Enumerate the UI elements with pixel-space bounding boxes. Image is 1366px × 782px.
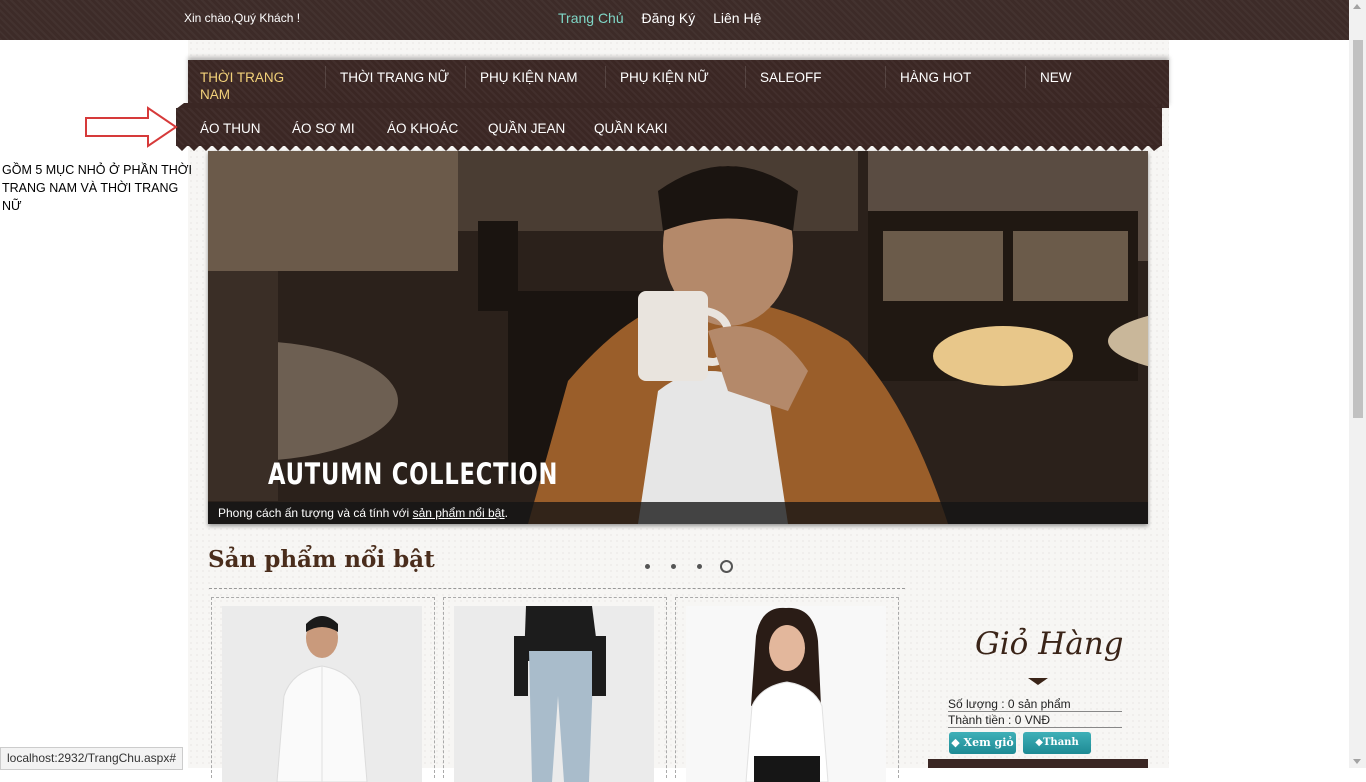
- hero-banner[interactable]: AUTUMN COLLECTION Phong cách ấn tượng và…: [208, 151, 1148, 524]
- register-link[interactable]: Đăng Ký: [642, 10, 696, 26]
- banner-caption: Phong cách ấn tượng và cá tính với sản p…: [218, 506, 508, 520]
- nav-divider: [465, 66, 466, 88]
- annotation-text: GỒM 5 MỤC NHỎ Ở PHẦN THỜI TRANG NAM VÀ T…: [2, 163, 192, 213]
- subnav-item-shirt[interactable]: ÁO SƠ MI: [292, 121, 355, 136]
- featured-products-list: [209, 588, 905, 782]
- diamond-icon: ◆: [1035, 737, 1043, 748]
- subnav-item-jacket[interactable]: ÁO KHOÁC: [387, 121, 458, 136]
- annotation-arrow-icon: [85, 106, 178, 148]
- caption-text: Phong cách ấn tượng và cá tính với: [218, 506, 413, 520]
- slider-dot-4-active[interactable]: [720, 560, 733, 573]
- scrollbar-thumb[interactable]: [1353, 40, 1363, 418]
- view-cart-label: Xem giỏ: [963, 736, 1014, 749]
- cart-caret-icon: [1028, 678, 1048, 685]
- top-links: Trang Chủ Đăng Ký Liên Hệ: [558, 10, 775, 26]
- slider-dot-2[interactable]: [671, 564, 676, 569]
- product-card[interactable]: [443, 597, 667, 782]
- nav-item-new[interactable]: NEW: [1040, 69, 1072, 86]
- caption-end: .: [504, 506, 508, 520]
- product-image-white-shirt-man[interactable]: [222, 606, 422, 782]
- slider-dot-3[interactable]: [697, 564, 702, 569]
- cart-total: Thành tiền : 0 VNĐ: [948, 713, 1122, 728]
- scroll-down-arrow-icon[interactable]: [1353, 759, 1361, 764]
- subnav-item-jeans[interactable]: QUẦN JEAN: [488, 121, 565, 136]
- home-link[interactable]: Trang Chủ: [558, 10, 624, 26]
- subnav-item-tshirt[interactable]: ÁO THUN: [200, 121, 261, 136]
- scroll-up-arrow-icon[interactable]: [1353, 4, 1361, 9]
- nav-divider: [325, 66, 326, 88]
- product-card[interactable]: [675, 597, 899, 782]
- view-cart-button[interactable]: ◆ Xem giỏ: [949, 732, 1016, 754]
- top-bar: Xin chào,Quý Khách ! Trang Chủ Đăng Ký L…: [0, 0, 1349, 40]
- product-card[interactable]: [211, 597, 435, 782]
- nav-item-saleoff[interactable]: SALEOFF: [760, 69, 822, 86]
- main-nav: THỜI TRANG NAM THỜI TRANG NỮ PHỤ KIỆN NA…: [188, 60, 1169, 108]
- sub-nav: ÁO THUN ÁO SƠ MI ÁO KHOÁC QUẦN JEAN QUẦN…: [176, 108, 1162, 146]
- nav-item-mens-fashion[interactable]: THỜI TRANG NAM: [200, 69, 310, 103]
- cart-panel-footer: [928, 759, 1148, 768]
- subnav-item-khaki[interactable]: QUẦN KAKI: [594, 121, 668, 136]
- featured-products-title: Sản phẩm nổi bật: [208, 546, 435, 573]
- nav-item-womens-fashion[interactable]: THỜI TRANG NỮ: [340, 69, 449, 86]
- cart-quantity: Số lượng : 0 sản phẩm: [948, 697, 1122, 712]
- diamond-icon: ◆: [951, 736, 960, 749]
- nav-item-mens-accessories[interactable]: PHỤ KIỆN NAM: [480, 69, 578, 86]
- cart-title: Giỏ Hàng: [975, 626, 1124, 662]
- nav-item-hot[interactable]: HÀNG HOT: [900, 69, 971, 86]
- nav-divider: [885, 66, 886, 88]
- nav-divider: [1025, 66, 1026, 88]
- product-image-white-blouse-woman[interactable]: [686, 606, 886, 782]
- greeting-text: Xin chào,Quý Khách !: [184, 11, 301, 25]
- browser-status-url: localhost:2932/TrangChu.aspx#: [0, 747, 183, 770]
- banner-headline: AUTUMN COLLECTION: [268, 457, 559, 491]
- vertical-scrollbar[interactable]: [1349, 0, 1366, 768]
- nav-divider: [605, 66, 606, 88]
- nav-divider: [745, 66, 746, 88]
- slider-dot-1[interactable]: [645, 564, 650, 569]
- checkout-button[interactable]: ◆Thanh toán: [1023, 732, 1091, 770]
- featured-products-link[interactable]: sản phẩm nổi bật: [413, 506, 505, 520]
- nav-item-womens-accessories[interactable]: PHỤ KIỆN NỮ: [620, 69, 709, 86]
- contact-link[interactable]: Liên Hệ: [713, 10, 761, 26]
- product-image-jeans[interactable]: [454, 606, 654, 782]
- banner-caption-bar: Phong cách ấn tượng và cá tính với sản p…: [208, 502, 1148, 524]
